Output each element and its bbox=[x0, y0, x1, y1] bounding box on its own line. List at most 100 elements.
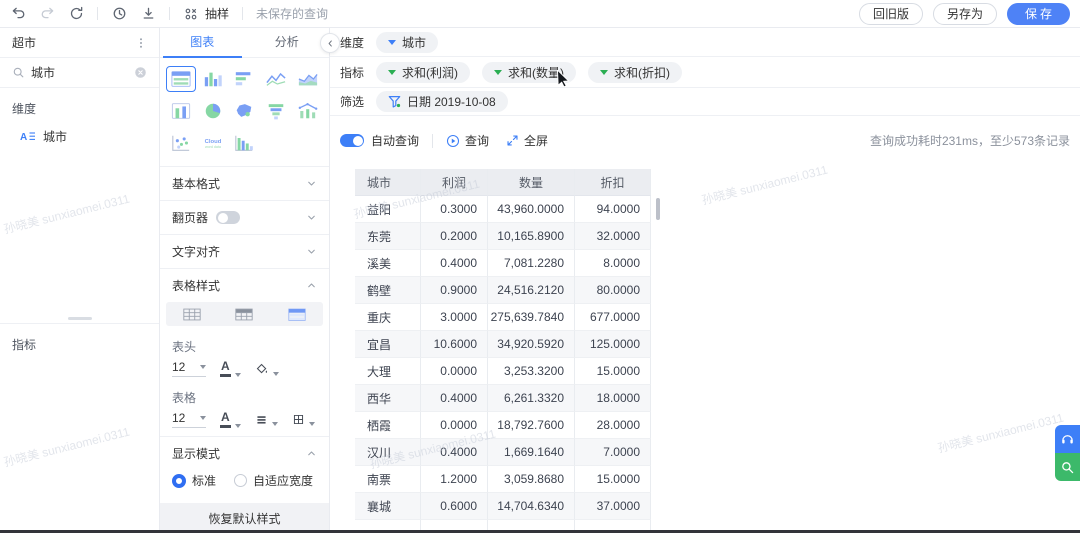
run-query-button[interactable]: 查询 bbox=[446, 132, 489, 149]
radio-standard[interactable]: 标准 bbox=[172, 472, 216, 489]
body-font-size-select[interactable]: 12 bbox=[172, 411, 206, 428]
chevron-down-icon bbox=[306, 212, 317, 223]
save-as-button[interactable]: 另存为 bbox=[933, 3, 997, 25]
chart-type-scatter-icon[interactable] bbox=[166, 130, 196, 156]
chart-type-waterfall-icon[interactable] bbox=[230, 130, 260, 156]
section-table-style[interactable]: 表格样式 bbox=[160, 268, 329, 302]
table-cell: 3,253.3200 bbox=[488, 358, 575, 385]
redo-icon[interactable] bbox=[39, 6, 55, 22]
table-cell: 15.0000 bbox=[575, 358, 651, 385]
chevron-down-icon[interactable] bbox=[388, 40, 396, 45]
radio-selected-icon bbox=[172, 474, 186, 488]
header-font-size-select[interactable]: 12 bbox=[172, 360, 206, 377]
resize-handle[interactable] bbox=[68, 317, 92, 320]
refresh-icon[interactable] bbox=[68, 6, 84, 22]
table-header-cell: 城市 bbox=[355, 169, 421, 196]
radio-adaptive-width[interactable]: 自适应宽度 bbox=[234, 472, 313, 489]
metric-shelf-label: 指标 bbox=[340, 64, 368, 81]
table-style-plain-icon[interactable] bbox=[182, 307, 202, 322]
pager-toggle[interactable] bbox=[216, 211, 240, 224]
search-input[interactable] bbox=[31, 66, 128, 80]
top-toolbar: 抽样 未保存的查询 回旧版 另存为 保存 bbox=[0, 0, 1080, 28]
filter-funnel-icon bbox=[388, 95, 401, 108]
app-root: 抽样 未保存的查询 回旧版 另存为 保存 超市 维度 bbox=[0, 0, 1080, 533]
section-text-align[interactable]: 文字对齐 bbox=[160, 234, 329, 268]
revert-old-version-button[interactable]: 回旧版 bbox=[859, 3, 923, 25]
section-display-mode[interactable]: 显示模式 bbox=[160, 436, 329, 470]
chart-type-pie-icon[interactable] bbox=[198, 98, 228, 124]
table-header-cell: 数量 bbox=[488, 169, 575, 196]
section-pager[interactable]: 翻页器 bbox=[160, 200, 329, 234]
chart-type-bar-icon[interactable] bbox=[230, 66, 260, 92]
body-font-color-picker[interactable]: A bbox=[220, 411, 241, 428]
chart-type-column-icon[interactable] bbox=[198, 66, 228, 92]
table-cell: 0.3000 bbox=[421, 196, 488, 223]
table-cell: 南票 bbox=[355, 466, 421, 493]
metric-chip[interactable]: 求和(利润) bbox=[376, 62, 470, 83]
table-cell: 0.4000 bbox=[421, 250, 488, 277]
metric-chip[interactable]: 求和(折扣) bbox=[588, 62, 682, 83]
chip-label: 求和(折扣) bbox=[614, 64, 670, 81]
chevron-down-icon[interactable] bbox=[388, 70, 396, 75]
chart-type-table-icon[interactable] bbox=[166, 66, 196, 92]
header-font-color-picker[interactable]: A bbox=[220, 360, 241, 377]
chevron-down-icon[interactable] bbox=[600, 70, 608, 75]
fullscreen-button[interactable]: 全屏 bbox=[506, 132, 548, 149]
support-button[interactable] bbox=[1055, 425, 1080, 453]
tab-analysis[interactable]: 分析 bbox=[245, 28, 330, 57]
border-style-select[interactable] bbox=[292, 413, 315, 426]
svg-text:A: A bbox=[20, 132, 27, 142]
table-style-dark-header-icon[interactable] bbox=[234, 307, 254, 322]
table-cell bbox=[355, 520, 421, 530]
table-cell: 大理 bbox=[355, 358, 421, 385]
table-cell: 0.9000 bbox=[421, 277, 488, 304]
quick-search-button[interactable] bbox=[1055, 453, 1080, 481]
chart-type-map-icon[interactable] bbox=[230, 98, 260, 124]
table-row: 南票1.20003,059.868015.0000 bbox=[355, 466, 654, 493]
table-cell: 18.0000 bbox=[575, 385, 651, 412]
chart-type-word-cloud-icon[interactable]: Cloudword data bbox=[198, 130, 228, 156]
chart-type-line-icon[interactable] bbox=[261, 66, 291, 92]
dimension-field-label: 城市 bbox=[43, 128, 67, 145]
table-cell: 汉川 bbox=[355, 439, 421, 466]
metric-chip[interactable]: 求和(数量) bbox=[482, 62, 576, 83]
tab-chart[interactable]: 图表 bbox=[160, 28, 245, 57]
row-style-select[interactable] bbox=[255, 413, 278, 426]
table-row: 大理0.00003,253.320015.0000 bbox=[355, 358, 654, 385]
header-fill-color-picker[interactable] bbox=[255, 362, 279, 376]
chart-type-area-icon[interactable] bbox=[293, 66, 323, 92]
chart-type-combo-icon[interactable] bbox=[293, 98, 323, 124]
filter-chip[interactable]: 日期 2019-10-08 bbox=[376, 91, 508, 112]
dimension-field-city[interactable]: A 城市 bbox=[0, 123, 159, 149]
download-icon[interactable] bbox=[140, 6, 156, 22]
chevron-down-icon bbox=[200, 365, 206, 369]
query-bar: 自动查询 查询 全屏 查询成功耗时231ms，至少573条记录 bbox=[330, 116, 1080, 165]
table-cell: 10,165.8900 bbox=[488, 223, 575, 250]
toolbar-divider bbox=[242, 7, 243, 20]
clear-search-icon[interactable] bbox=[134, 66, 147, 79]
field-sidebar: 超市 维度 A 城市 指标 bbox=[0, 28, 160, 530]
chart-type-funnel-icon[interactable] bbox=[261, 98, 291, 124]
table-cell: 鹤壁 bbox=[355, 277, 421, 304]
undo-icon[interactable] bbox=[10, 6, 26, 22]
chevron-down-icon[interactable] bbox=[494, 70, 502, 75]
chart-type-frame-column-icon[interactable] bbox=[166, 98, 196, 124]
reset-default-style-button[interactable]: 恢复默认样式 bbox=[160, 503, 329, 533]
floating-buttons bbox=[1055, 425, 1080, 481]
table-style-zebra-icon[interactable] bbox=[287, 307, 307, 322]
dimension-chip[interactable]: 城市 bbox=[376, 32, 438, 53]
sampling-label: 抽样 bbox=[205, 5, 229, 22]
collapse-panel-button[interactable] bbox=[320, 33, 340, 53]
query-canvas: 维度 城市 指标 求和(利润)求和(数量)求和(折扣) 筛选 日期 2019-1… bbox=[330, 28, 1080, 530]
section-basic-format[interactable]: 基本格式 bbox=[160, 166, 329, 200]
chart-type-grid: Cloudword data bbox=[160, 58, 329, 166]
sampling-button[interactable]: 抽样 bbox=[183, 5, 229, 22]
save-button[interactable]: 保存 bbox=[1007, 3, 1070, 25]
table-scrollbar-thumb[interactable] bbox=[656, 198, 660, 220]
table-cell: 6,261.3320 bbox=[488, 385, 575, 412]
auto-query-toggle[interactable] bbox=[340, 134, 364, 147]
table-cell: 0.0000 bbox=[421, 358, 488, 385]
query-status-text: 查询成功耗时231ms，至少573条记录 bbox=[870, 132, 1070, 149]
history-icon[interactable] bbox=[111, 6, 127, 22]
more-menu-icon[interactable] bbox=[135, 36, 147, 50]
